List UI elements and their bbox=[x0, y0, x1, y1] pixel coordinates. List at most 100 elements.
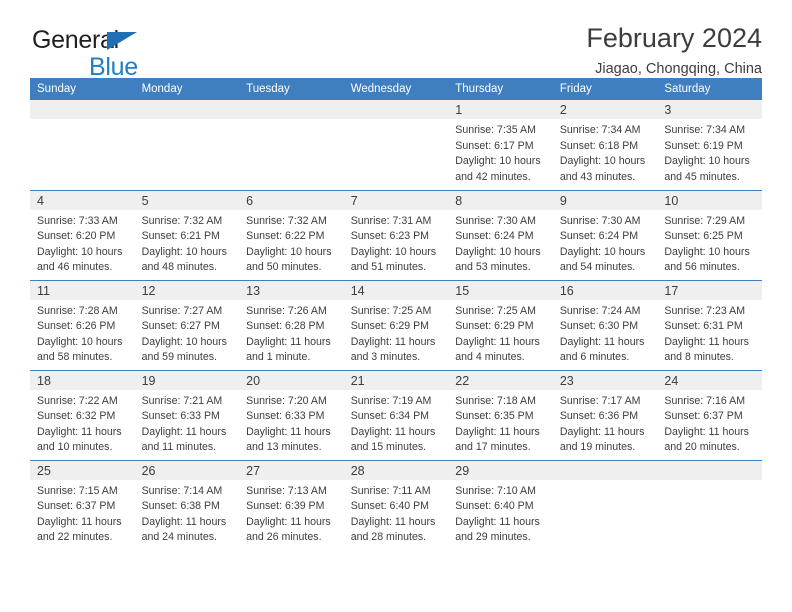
calendar-day-cell[interactable]: 23 Sunrise: 7:17 AM Sunset: 6:36 PM Dayligh… bbox=[552, 369, 658, 460]
calendar-day-cell[interactable]: 9 Sunrise: 7:30 AM Sunset: 6:24 PM Daylight… bbox=[552, 189, 658, 280]
day-number bbox=[239, 100, 344, 119]
daylight-text-line2: and 28 minutes. bbox=[350, 531, 427, 544]
sunset-text: Sunset: 6:40 PM bbox=[455, 500, 534, 513]
calendar-day-cell[interactable]: 8 Sunrise: 7:30 AM Sunset: 6:24 PM Daylight… bbox=[448, 189, 553, 280]
daylight-text-line2: and 43 minutes. bbox=[559, 170, 636, 183]
day-details: Sunrise: 7:10 AM Sunset: 6:40 PM Daylight:… bbox=[448, 480, 553, 546]
calendar-day-cell[interactable]: 25 Sunrise: 7:15 AM Sunset: 6:37 PM Dayligh… bbox=[30, 459, 135, 550]
day-details: Sunrise: 7:32 AM Sunset: 6:22 PM Daylight:… bbox=[239, 210, 344, 276]
sunset-text: Sunset: 6:39 PM bbox=[246, 500, 325, 513]
day-details: Sunrise: 7:35 AM Sunset: 6:17 PM Daylight:… bbox=[448, 119, 553, 185]
day-details: Sunrise: 7:18 AM Sunset: 6:35 PM Daylight:… bbox=[448, 390, 553, 456]
daylight-text-line1: Daylight: 11 hours bbox=[141, 515, 227, 528]
calendar-day-cell[interactable]: 20 Sunrise: 7:20 AM Sunset: 6:33 PM Dayligh… bbox=[239, 369, 344, 460]
calendar-day-cell[interactable]: 3 Sunrise: 7:34 AM Sunset: 6:19 PM Daylight… bbox=[657, 100, 762, 190]
sunrise-text: Sunrise: 7:24 AM bbox=[559, 304, 641, 317]
sunrise-text: Sunrise: 7:19 AM bbox=[350, 394, 432, 407]
calendar-day-cell[interactable]: 6 Sunrise: 7:32 AM Sunset: 6:22 PM Daylight… bbox=[239, 189, 344, 280]
daylight-text-line1: Daylight: 11 hours bbox=[559, 335, 645, 348]
daylight-text-line1: Daylight: 11 hours bbox=[141, 425, 227, 438]
daylight-text-line2: and 46 minutes. bbox=[37, 261, 113, 274]
weekday-header-saturday: Saturday bbox=[657, 78, 762, 100]
calendar-week-row: 11 Sunrise: 7:28 AM Sunset: 6:26 PM Dayligh… bbox=[30, 279, 762, 370]
calendar-day-cell[interactable]: 1 Sunrise: 7:35 AM Sunset: 6:17 PM Daylight… bbox=[448, 100, 553, 190]
sunrise-text: Sunrise: 7:18 AM bbox=[455, 394, 536, 407]
weekday-header-monday: Monday bbox=[134, 78, 240, 100]
daylight-text-line1: Daylight: 11 hours bbox=[350, 335, 436, 348]
sunset-text: Sunset: 6:37 PM bbox=[37, 500, 116, 513]
sunset-text: Sunset: 6:30 PM bbox=[559, 320, 639, 333]
sunset-text: Sunset: 6:24 PM bbox=[559, 230, 639, 243]
daylight-text-line1: Daylight: 10 hours bbox=[664, 245, 750, 258]
daylight-text-line2: and 17 minutes. bbox=[455, 441, 531, 454]
sunrise-text: Sunrise: 7:30 AM bbox=[455, 214, 536, 227]
calendar-day-cell[interactable]: 15 Sunrise: 7:25 AM Sunset: 6:29 PM Dayligh… bbox=[448, 279, 553, 370]
calendar-day-cell[interactable]: 28 Sunrise: 7:11 AM Sunset: 6:40 PM Dayligh… bbox=[343, 459, 449, 550]
daylight-text-line2: and 6 minutes. bbox=[559, 351, 630, 364]
calendar-day-cell[interactable]: 4 Sunrise: 7:33 AM Sunset: 6:20 PM Daylight… bbox=[30, 189, 135, 280]
calendar-day-cell[interactable]: 17 Sunrise: 7:23 AM Sunset: 6:31 PM Dayligh… bbox=[657, 279, 762, 370]
sunset-text: Sunset: 6:28 PM bbox=[246, 320, 325, 333]
calendar-day-cell[interactable]: 26 Sunrise: 7:14 AM Sunset: 6:38 PM Dayligh… bbox=[134, 459, 240, 550]
sunset-text: Sunset: 6:17 PM bbox=[455, 139, 534, 152]
daylight-text-line1: Daylight: 11 hours bbox=[246, 515, 331, 528]
sunset-text: Sunset: 6:24 PM bbox=[455, 230, 534, 243]
day-number bbox=[30, 100, 135, 119]
calendar-day-cell[interactable]: 2 Sunrise: 7:34 AM Sunset: 6:18 PM Daylight… bbox=[552, 100, 658, 190]
calendar-day-cell[interactable]: 10 Sunrise: 7:29 AM Sunset: 6:25 PM Dayligh… bbox=[657, 189, 762, 280]
calendar-day-cell[interactable]: 12 Sunrise: 7:27 AM Sunset: 6:27 PM Dayligh… bbox=[134, 279, 240, 370]
day-details: Sunrise: 7:27 AM Sunset: 6:27 PM Daylight:… bbox=[135, 300, 240, 366]
calendar-day-cell-empty bbox=[30, 100, 135, 190]
sunset-text: Sunset: 6:32 PM bbox=[37, 410, 116, 423]
daylight-text-line2: and 59 minutes. bbox=[141, 351, 217, 364]
calendar-day-cell[interactable]: 24 Sunrise: 7:16 AM Sunset: 6:37 PM Dayligh… bbox=[657, 369, 762, 460]
calendar-day-cell[interactable]: 27 Sunrise: 7:13 AM Sunset: 6:39 PM Dayligh… bbox=[239, 459, 344, 550]
day-number: 4 bbox=[30, 190, 135, 210]
calendar-day-cell[interactable]: 16 Sunrise: 7:24 AM Sunset: 6:30 PM Dayligh… bbox=[552, 279, 658, 370]
daylight-text-line1: Daylight: 11 hours bbox=[37, 515, 122, 528]
day-details: Sunrise: 7:19 AM Sunset: 6:34 PM Daylight:… bbox=[344, 390, 449, 456]
calendar-week-row: 18 Sunrise: 7:22 AM Sunset: 6:32 PM Dayligh… bbox=[30, 369, 762, 460]
day-details: Sunrise: 7:31 AM Sunset: 6:23 PM Daylight:… bbox=[344, 210, 449, 276]
weekday-header-thursday: Thursday bbox=[448, 78, 553, 100]
daylight-text-line2: and 15 minutes. bbox=[350, 441, 427, 454]
calendar-body: 1 Sunrise: 7:35 AM Sunset: 6:17 PM Daylight… bbox=[30, 100, 762, 550]
day-number: 3 bbox=[657, 100, 762, 119]
calendar-day-cell[interactable]: 5 Sunrise: 7:32 AM Sunset: 6:21 PM Daylight… bbox=[134, 189, 240, 280]
calendar-day-cell[interactable]: 18 Sunrise: 7:22 AM Sunset: 6:32 PM Dayligh… bbox=[30, 369, 135, 460]
day-details: Sunrise: 7:34 AM Sunset: 6:18 PM Daylight:… bbox=[553, 119, 658, 185]
sunset-text: Sunset: 6:33 PM bbox=[141, 410, 220, 423]
calendar-day-cell[interactable]: 11 Sunrise: 7:28 AM Sunset: 6:26 PM Dayligh… bbox=[30, 279, 135, 370]
daylight-text-line1: Daylight: 10 hours bbox=[141, 335, 227, 348]
day-number bbox=[552, 460, 658, 480]
calendar-day-cell[interactable]: 22 Sunrise: 7:18 AM Sunset: 6:35 PM Dayligh… bbox=[448, 369, 553, 460]
calendar-day-cell[interactable]: 21 Sunrise: 7:19 AM Sunset: 6:34 PM Dayligh… bbox=[343, 369, 449, 460]
day-number: 20 bbox=[239, 370, 344, 390]
sunset-text: Sunset: 6:40 PM bbox=[350, 500, 430, 513]
sunset-text: Sunset: 6:18 PM bbox=[559, 139, 639, 152]
sunrise-text: Sunrise: 7:27 AM bbox=[141, 304, 223, 317]
daylight-text-line2: and 53 minutes. bbox=[455, 261, 531, 274]
daylight-text-line2: and 42 minutes. bbox=[455, 170, 531, 183]
calendar-day-cell[interactable]: 14 Sunrise: 7:25 AM Sunset: 6:29 PM Dayligh… bbox=[343, 279, 449, 370]
daylight-text-line1: Daylight: 10 hours bbox=[559, 245, 646, 258]
weekday-header-friday: Friday bbox=[552, 78, 658, 100]
day-number: 15 bbox=[448, 280, 553, 300]
calendar-day-cell[interactable]: 19 Sunrise: 7:21 AM Sunset: 6:33 PM Dayligh… bbox=[134, 369, 240, 460]
day-details: Sunrise: 7:21 AM Sunset: 6:33 PM Daylight:… bbox=[135, 390, 240, 456]
day-number: 16 bbox=[552, 280, 658, 300]
daylight-text-line2: and 4 minutes. bbox=[455, 351, 525, 364]
calendar-week-row: 1 Sunrise: 7:35 AM Sunset: 6:17 PM Daylight… bbox=[30, 100, 762, 190]
calendar-day-cell[interactable]: 13 Sunrise: 7:26 AM Sunset: 6:28 PM Dayligh… bbox=[239, 279, 344, 370]
weekday-header-wednesday: Wednesday bbox=[343, 78, 449, 100]
sunset-text: Sunset: 6:21 PM bbox=[141, 230, 220, 243]
daylight-text-line1: Daylight: 11 hours bbox=[246, 335, 331, 348]
calendar-day-cell[interactable]: 7 Sunrise: 7:31 AM Sunset: 6:23 PM Daylight… bbox=[343, 189, 449, 280]
sunset-text: Sunset: 6:20 PM bbox=[37, 230, 116, 243]
calendar-header-row: Sunday Monday Tuesday Wednesday Thursday… bbox=[30, 78, 762, 100]
day-details: Sunrise: 7:22 AM Sunset: 6:32 PM Daylight:… bbox=[30, 390, 135, 456]
calendar-day-cell[interactable]: 29 Sunrise: 7:10 AM Sunset: 6:40 PM Dayligh… bbox=[448, 459, 553, 550]
day-number: 19 bbox=[134, 370, 240, 390]
day-number: 6 bbox=[239, 190, 344, 210]
day-details: Sunrise: 7:25 AM Sunset: 6:29 PM Daylight:… bbox=[344, 300, 449, 366]
